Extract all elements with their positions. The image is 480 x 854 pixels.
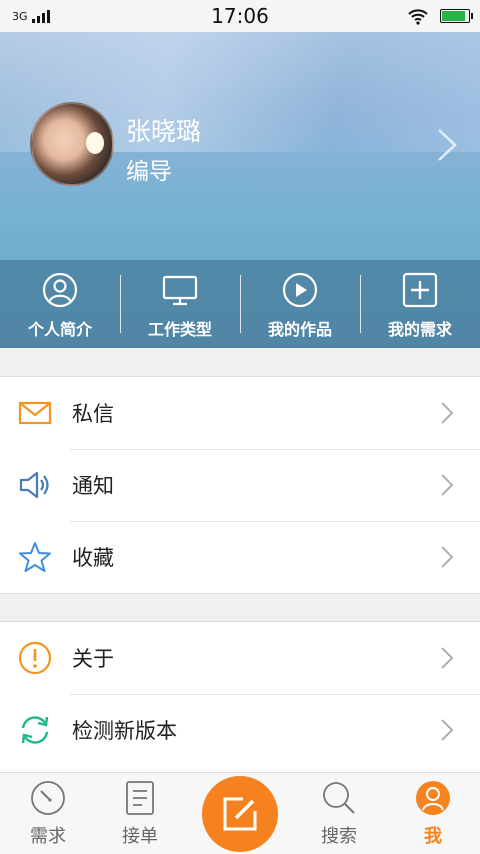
tab-label: 需求: [30, 826, 66, 847]
profile-role: 编导: [126, 159, 172, 185]
tab-search[interactable]: 搜索: [291, 773, 387, 854]
avatar-flower: [86, 132, 104, 154]
menu-group-messages: 私信 通知 收藏: [0, 376, 480, 594]
menu-item-about[interactable]: 关于: [0, 622, 480, 694]
menu-item-label: 检测新版本: [72, 719, 177, 743]
menu-item-check-update[interactable]: 检测新版本: [0, 694, 480, 766]
info-icon: [18, 641, 52, 675]
status-bar: 3G 17:06: [0, 0, 480, 32]
quick-action-needs[interactable]: 我的需求: [360, 260, 480, 348]
menu-item-label: 收藏: [72, 546, 114, 570]
chevron-right-icon: [441, 719, 454, 741]
star-icon: [19, 542, 51, 572]
tab-orders[interactable]: 接单: [92, 773, 188, 854]
profile-name: 张晓璐: [126, 117, 202, 146]
play-circle-icon: [282, 272, 318, 308]
quick-action-work-type[interactable]: 工作类型: [120, 260, 240, 348]
menu-item-label: 通知: [72, 474, 114, 498]
menu-item-favorites[interactable]: 收藏: [0, 521, 480, 593]
person-circle-icon: [42, 272, 78, 308]
search-icon: [323, 782, 355, 814]
user-icon: [416, 781, 450, 815]
wifi-icon: [408, 9, 428, 25]
chevron-right-icon: [441, 546, 454, 568]
tab-needs[interactable]: 需求: [0, 773, 96, 854]
menu-item-notifications[interactable]: 通知: [0, 449, 480, 521]
quick-action-label: 个人简介: [27, 320, 92, 339]
quick-action-works[interactable]: 我的作品: [240, 260, 360, 348]
avatar[interactable]: [30, 102, 114, 186]
menu-item-label: 关于: [72, 647, 114, 671]
tab-label: 我: [424, 826, 442, 847]
monitor-icon: [162, 275, 198, 306]
profile-header[interactable]: 张晓璐 编导 个人简介 工作类型 我的作品 我的需求: [0, 32, 480, 348]
mail-icon: [18, 401, 52, 425]
plus-square-icon: [402, 272, 438, 308]
quick-action-label: 工作类型: [147, 320, 212, 339]
chevron-right-icon[interactable]: [436, 128, 458, 162]
speaker-icon: [19, 471, 49, 499]
refresh-icon: [21, 716, 49, 744]
document-icon: [126, 781, 154, 815]
chevron-right-icon: [441, 474, 454, 496]
quick-action-label: 我的需求: [387, 320, 452, 339]
edit-icon: [223, 797, 257, 831]
battery-icon: [440, 9, 473, 23]
menu-item-label: 私信: [72, 402, 114, 426]
menu-item-messages[interactable]: 私信: [0, 377, 480, 449]
compose-button[interactable]: [202, 776, 278, 852]
compass-icon: [31, 781, 65, 815]
tab-label: 接单: [122, 826, 158, 847]
chevron-right-icon: [441, 402, 454, 424]
quick-action-label: 我的作品: [267, 320, 332, 339]
chevron-right-icon: [441, 647, 454, 669]
quick-actions-bar: 个人简介 工作类型 我的作品 我的需求: [0, 260, 480, 348]
menu-group-app: 关于 检测新版本: [0, 621, 480, 773]
tab-label: 搜索: [321, 826, 357, 847]
tab-me[interactable]: 我: [385, 773, 480, 854]
quick-action-profile[interactable]: 个人简介: [0, 260, 120, 348]
